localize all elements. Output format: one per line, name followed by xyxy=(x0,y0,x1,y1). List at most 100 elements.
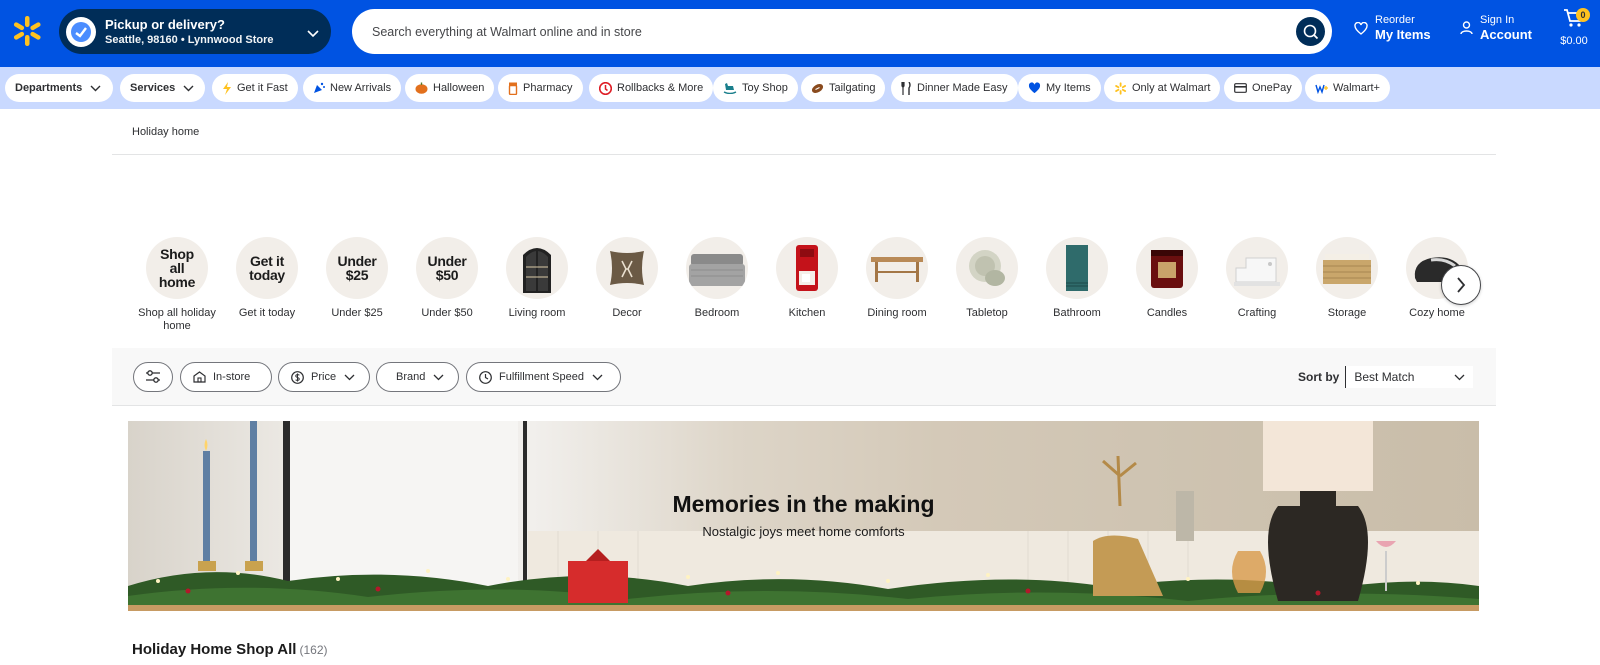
nav-get-it-fast[interactable]: Get it Fast xyxy=(212,74,298,102)
heart-icon xyxy=(1354,21,1368,35)
departments-menu[interactable]: Departments xyxy=(5,74,113,102)
nav-only-at-walmart[interactable]: Only at Walmart xyxy=(1104,74,1221,102)
hero-banner[interactable]: Memories in the making Nostalgic joys me… xyxy=(128,421,1479,611)
category-shop-all[interactable]: Shop all home Shop all holiday home xyxy=(132,237,222,333)
reorder-label: Reorder xyxy=(1375,14,1415,26)
nav-walmart-plus[interactable]: Walmart+ xyxy=(1305,74,1390,102)
category-kitchen[interactable]: Kitchen xyxy=(762,237,852,320)
category-crafting[interactable]: Crafting xyxy=(1212,237,1302,320)
sort-control: Sort by Best Match xyxy=(1298,366,1474,388)
chevron-down-icon xyxy=(183,85,194,92)
nav-halloween[interactable]: Halloween xyxy=(405,74,495,102)
all-filters-button[interactable] xyxy=(133,362,173,392)
sign-in-label: Sign In xyxy=(1480,14,1515,26)
nav-new-arrivals[interactable]: New Arrivals xyxy=(303,74,402,102)
category-label: Kitchen xyxy=(788,307,826,319)
category-label: Under $25 xyxy=(331,307,383,319)
category-label: Candles xyxy=(1146,307,1188,319)
category-label: Decor xyxy=(612,307,642,319)
category-bathroom[interactable]: Bathroom xyxy=(1032,237,1122,320)
nav-label: Get it Fast xyxy=(237,82,288,94)
account-label: Account xyxy=(1480,27,1532,42)
lightning-icon xyxy=(222,81,232,95)
coffee-maker-icon xyxy=(796,245,818,291)
category-circle-text: Under $25 xyxy=(337,253,377,283)
nav-label: New Arrivals xyxy=(330,82,392,94)
cart-button[interactable]: 0 $0.00 xyxy=(1554,8,1594,47)
category-tabletop[interactable]: Tabletop xyxy=(942,237,1032,320)
nav-pharmacy[interactable]: Pharmacy xyxy=(498,74,583,102)
category-bedroom[interactable]: Bedroom xyxy=(672,237,762,320)
towel-icon xyxy=(1066,245,1088,291)
category-label: Storage xyxy=(1327,307,1367,319)
nav-label: Walmart+ xyxy=(1333,82,1380,94)
chevron-down-icon xyxy=(433,374,444,381)
nav-toy-shop[interactable]: Toy Shop xyxy=(713,74,798,102)
card-icon xyxy=(1234,83,1247,93)
category-circle-text: Shop all home xyxy=(158,246,196,290)
chevron-down-icon xyxy=(90,85,101,92)
cart-count-badge: 0 xyxy=(1576,8,1590,22)
global-header: Pickup or delivery? Seattle, 98160 • Lyn… xyxy=(0,0,1600,67)
sort-value: Best Match xyxy=(1354,370,1415,384)
reorder-my-items-link[interactable]: Reorder My Items xyxy=(1354,13,1431,43)
category-dining-room[interactable]: Dining room xyxy=(852,237,942,320)
basket-icon xyxy=(1323,254,1371,284)
category-circle-text: Get it today xyxy=(249,253,285,283)
chevron-right-icon xyxy=(1457,277,1466,293)
fulfillment-speed-filter[interactable]: Fulfillment Speed xyxy=(466,362,621,392)
nav-dinner-made-easy[interactable]: Dinner Made Easy xyxy=(891,74,1018,102)
category-label: Get it today xyxy=(238,307,296,319)
breadcrumb[interactable]: Holiday home xyxy=(132,126,199,138)
price-filter[interactable]: Price xyxy=(278,362,370,392)
chevron-down-icon xyxy=(1454,370,1465,384)
nav-label: Services xyxy=(130,82,176,94)
party-popper-icon xyxy=(313,82,325,94)
nav-rollbacks[interactable]: Rollbacks & More xyxy=(589,74,714,102)
filter-label: Fulfillment Speed xyxy=(499,371,584,383)
category-living-room[interactable]: Living room xyxy=(492,237,582,320)
category-decor[interactable]: Decor xyxy=(582,237,672,320)
nav-label: Rollbacks & More xyxy=(617,82,704,94)
sign-in-account-link[interactable]: Sign In Account xyxy=(1460,13,1532,43)
category-storage[interactable]: Storage xyxy=(1302,237,1392,320)
filter-label: Brand xyxy=(396,371,426,383)
dollar-icon xyxy=(291,370,304,384)
search-button[interactable] xyxy=(1296,17,1325,46)
nav-my-items[interactable]: My Items xyxy=(1018,74,1101,102)
nav-label: Pharmacy xyxy=(523,82,573,94)
bed-icon xyxy=(689,254,745,286)
nav-tailgating[interactable]: Tailgating xyxy=(801,74,886,102)
brand-filter[interactable]: Brand xyxy=(376,362,459,392)
search-input[interactable] xyxy=(352,9,1252,54)
nav-onepay[interactable]: OnePay xyxy=(1224,74,1302,102)
filter-label: In-store xyxy=(213,371,251,383)
carousel-next-button[interactable] xyxy=(1441,265,1481,305)
category-label: Living room xyxy=(508,307,566,319)
category-candles[interactable]: Candles xyxy=(1122,237,1212,320)
nav-label: Only at Walmart xyxy=(1132,82,1211,94)
nav-label: OnePay xyxy=(1252,82,1292,94)
clock-icon xyxy=(479,370,492,384)
category-under-25[interactable]: Under $25 Under $25 xyxy=(312,237,402,320)
store-pin-icon xyxy=(66,16,96,47)
table-icon xyxy=(871,257,923,282)
rollback-icon xyxy=(599,81,612,95)
category-label: Under $50 xyxy=(421,307,473,319)
pickup-title: Pickup or delivery? xyxy=(105,16,225,32)
pillow-icon xyxy=(610,251,644,285)
utensils-icon xyxy=(901,81,912,95)
results-title-text: Holiday Home Shop All xyxy=(132,641,297,658)
sort-select[interactable]: Best Match xyxy=(1345,366,1474,388)
search-bar xyxy=(352,9,1332,54)
category-under-50[interactable]: Under $50 Under $50 xyxy=(402,237,492,320)
walmart-spark-logo[interactable] xyxy=(12,15,42,47)
in-store-filter[interactable]: In-store xyxy=(180,362,272,392)
pickup-delivery-button[interactable]: Pickup or delivery? Seattle, 98160 • Lyn… xyxy=(59,9,331,54)
rocking-horse-icon xyxy=(723,82,737,94)
services-menu[interactable]: Services xyxy=(120,74,205,102)
sewing-machine-icon xyxy=(1234,257,1280,286)
store-icon xyxy=(193,371,206,383)
nav-label: Departments xyxy=(15,82,83,94)
category-get-it-today[interactable]: Get it today Get it today xyxy=(222,237,312,320)
